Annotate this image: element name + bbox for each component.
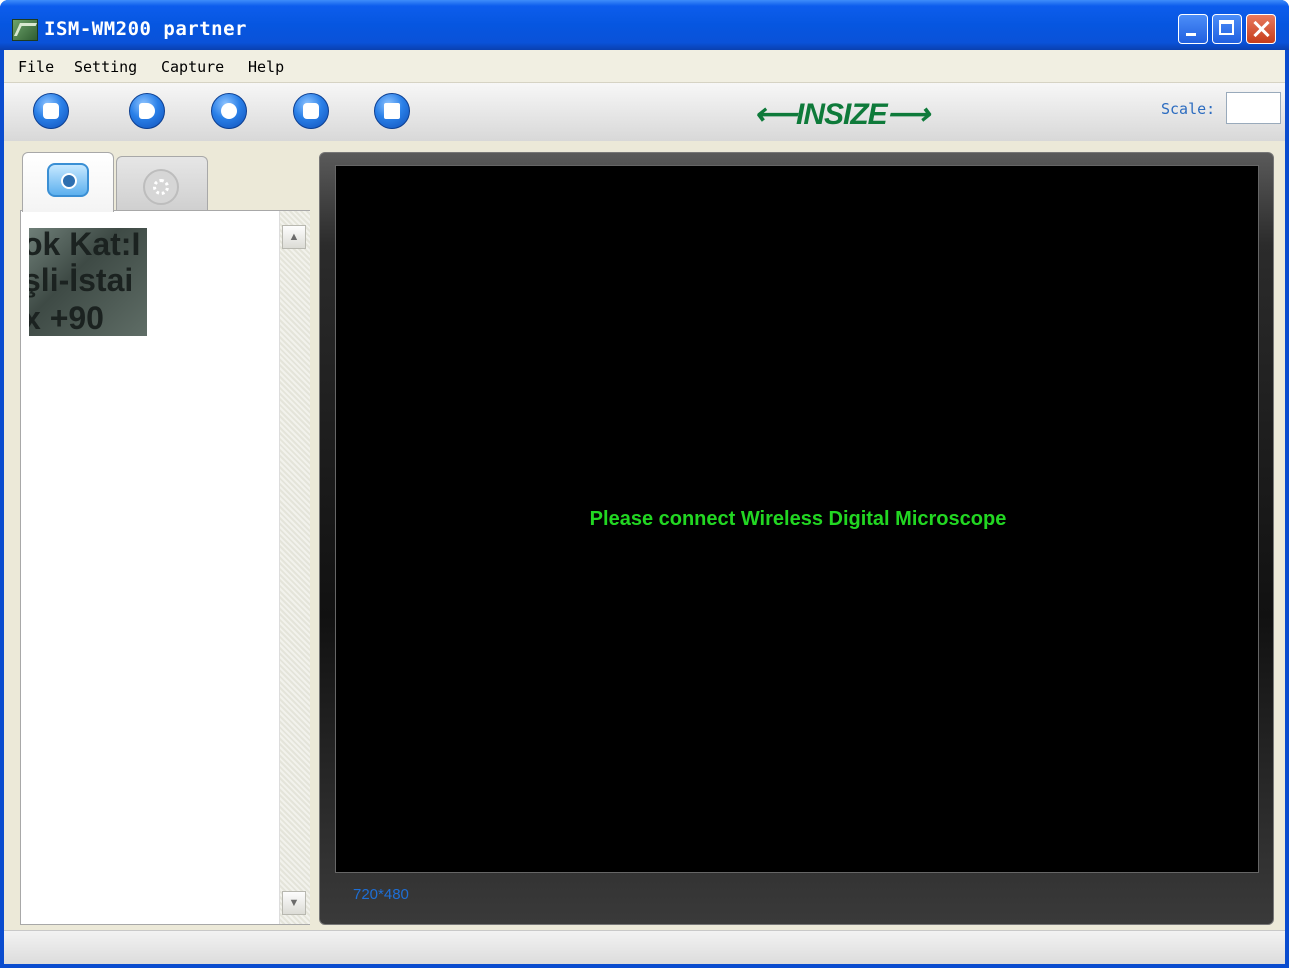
scroll-up-button[interactable]: ▲ — [282, 225, 306, 249]
resolution-label: 720*480 — [353, 886, 409, 903]
toolbar: ⟵INSIZE⟶ Scale: — [4, 83, 1285, 141]
timer-button[interactable] — [211, 93, 247, 129]
selection-marker — [113, 316, 147, 336]
scale-input[interactable] — [1226, 92, 1281, 124]
menu-file[interactable]: File — [18, 58, 54, 76]
thumbnail-list: ok Kat:I şli-İstai x +90 ▲ ▼ — [20, 210, 310, 925]
app-window: ISM-WM200 partner File Setting Capture H… — [0, 0, 1289, 968]
preview-screen[interactable]: Please connect Wireless Digital Microsco… — [335, 165, 1259, 873]
tab-photos[interactable] — [22, 152, 114, 212]
tab-videos[interactable] — [116, 156, 208, 212]
menu-capture[interactable]: Capture — [161, 58, 224, 76]
timer-icon — [221, 103, 237, 119]
thumbnail-text-line: şli-İstai — [29, 262, 134, 298]
camera-icon — [43, 103, 59, 119]
menu-bar: File Setting Capture Help — [4, 50, 1285, 83]
close-button[interactable] — [1246, 14, 1276, 44]
thumbnail-text-line: ok Kat:I — [29, 228, 141, 262]
thumbnail-text-line: x +90 — [29, 300, 104, 336]
minimize-button[interactable] — [1178, 14, 1208, 44]
save-icon — [384, 103, 400, 119]
video-camera-icon — [139, 103, 155, 119]
thumbnail-scrollbar[interactable]: ▲ ▼ — [279, 211, 310, 924]
scroll-down-button[interactable]: ▼ — [282, 891, 306, 915]
connection-message: Please connect Wireless Digital Microsco… — [589, 508, 1007, 530]
window-frame-bottom — [0, 964, 1289, 968]
preview-viewer: Please connect Wireless Digital Microsco… — [319, 152, 1274, 925]
brand-logo: ⟵INSIZE⟶ — [754, 98, 930, 131]
window-title: ISM-WM200 partner — [44, 18, 247, 40]
record-video-button[interactable] — [129, 93, 165, 129]
client-area: File Setting Capture Help ⟵INSIZE⟶ Scale… — [4, 50, 1285, 968]
import-button[interactable] — [293, 93, 329, 129]
save-button[interactable] — [374, 93, 410, 129]
video-tab-icon — [143, 169, 179, 205]
menu-setting[interactable]: Setting — [74, 58, 137, 76]
app-icon — [12, 19, 38, 41]
menu-help[interactable]: Help — [248, 58, 284, 76]
scale-label: Scale: — [1161, 100, 1216, 118]
capture-panel: ok Kat:I şli-İstai x +90 ▲ ▼ — [20, 150, 312, 925]
thumbnail-image[interactable]: ok Kat:I şli-İstai x +90 — [29, 228, 147, 336]
import-icon — [303, 103, 319, 119]
title-bar[interactable]: ISM-WM200 partner — [0, 0, 1289, 50]
status-bar — [4, 930, 1285, 968]
capture-photo-button[interactable] — [33, 93, 69, 129]
photo-tab-icon — [47, 163, 89, 197]
maximize-button[interactable] — [1212, 14, 1242, 44]
